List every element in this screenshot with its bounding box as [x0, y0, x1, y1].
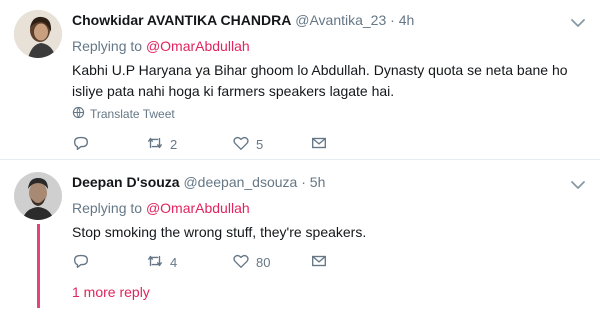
- display-name[interactable]: Deepan D'souza: [72, 174, 180, 190]
- timestamp[interactable]: 4h: [399, 12, 415, 28]
- thread-connector: [37, 224, 40, 308]
- retweet-button[interactable]: 4: [146, 252, 177, 273]
- mention-link[interactable]: @OmarAbdullah: [146, 38, 250, 54]
- retweet-icon: [146, 252, 164, 273]
- avatar[interactable]: [14, 172, 62, 220]
- display-name[interactable]: Chowkidar AVANTIKA CHANDRA: [72, 12, 291, 28]
- like-icon: [232, 134, 250, 155]
- user-handle[interactable]: @Avantika_23: [295, 12, 386, 28]
- avatar[interactable]: [14, 10, 62, 58]
- replying-to: Replying to @OmarAbdullah: [72, 200, 250, 216]
- retweet-count: 4: [170, 255, 178, 270]
- user-handle[interactable]: @deepan_dsouza: [183, 174, 297, 190]
- like-count: 5: [256, 137, 264, 152]
- like-icon: [232, 252, 250, 273]
- tweet-text: Stop smoking the wrong stuff, they're sp…: [72, 224, 367, 240]
- like-button[interactable]: 80: [232, 252, 270, 273]
- globe-icon: [72, 106, 85, 122]
- replying-prefix: Replying to: [72, 38, 143, 54]
- tweet-header: Deepan D'souza @deepan_dsouza · 5h: [72, 174, 325, 190]
- like-button[interactable]: 5: [232, 134, 263, 155]
- chevron-down-icon[interactable]: [570, 178, 586, 190]
- replying-to: Replying to @OmarAbdullah: [72, 38, 250, 54]
- direct-message-button[interactable]: [310, 252, 328, 273]
- mention-link[interactable]: @OmarAbdullah: [146, 200, 250, 216]
- tweet-actions: 4 80: [72, 252, 352, 272]
- retweet-button[interactable]: 2: [146, 134, 177, 155]
- replying-prefix: Replying to: [72, 200, 143, 216]
- separator-dot: ·: [390, 12, 395, 28]
- tweet[interactable]: Chowkidar AVANTIKA CHANDRA @Avantika_23 …: [0, 0, 600, 160]
- separator-dot: ·: [301, 174, 306, 190]
- more-replies-link[interactable]: 1 more reply: [72, 284, 150, 300]
- timestamp[interactable]: 5h: [310, 174, 326, 190]
- like-count: 80: [256, 255, 271, 270]
- retweet-icon: [146, 134, 164, 155]
- tweet-text: Kabhi U.P Haryana ya Bihar ghoom lo Abdu…: [72, 62, 568, 99]
- translate-label: Translate Tweet: [90, 107, 175, 121]
- reply-button[interactable]: [72, 134, 96, 155]
- direct-message-icon: [310, 134, 328, 155]
- tweet-header: Chowkidar AVANTIKA CHANDRA @Avantika_23 …: [72, 12, 414, 28]
- tweet-actions: 2 5: [72, 134, 352, 154]
- retweet-count: 2: [170, 137, 178, 152]
- chevron-down-icon[interactable]: [570, 16, 586, 28]
- reply-button[interactable]: [72, 252, 96, 273]
- reply-icon: [72, 252, 90, 273]
- direct-message-button[interactable]: [310, 134, 328, 155]
- tweet[interactable]: Deepan D'souza @deepan_dsouza · 5h Reply…: [0, 160, 600, 318]
- reply-icon: [72, 134, 90, 155]
- translate-tweet-link[interactable]: Translate Tweet: [72, 106, 175, 122]
- direct-message-icon: [310, 252, 328, 273]
